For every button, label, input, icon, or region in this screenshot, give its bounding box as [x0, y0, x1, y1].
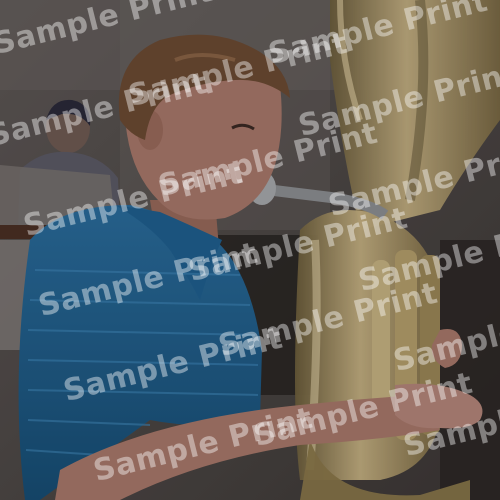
photo-illustration: [0, 0, 500, 500]
photo: Sample Print Sample Print Sample Print S…: [0, 0, 500, 500]
